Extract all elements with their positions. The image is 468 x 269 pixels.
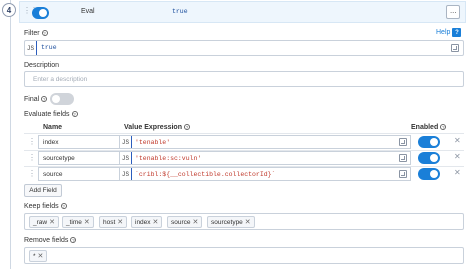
keep-field-chip: sourcetype ✕ (207, 216, 255, 228)
column-name-header: Name (43, 124, 63, 131)
remove-chip-icon[interactable]: ✕ (49, 218, 55, 226)
help-circle-icon[interactable]: ? (41, 96, 48, 103)
function-name: Eval (81, 8, 95, 15)
expand-editor-icon[interactable] (451, 44, 459, 52)
help-circle-icon[interactable]: ? (440, 124, 447, 131)
table-row: ⋮⋮ sourcetype JS 'tenable:sc:vuln' ✕ (24, 150, 464, 166)
description-input[interactable]: Enter a description (24, 71, 464, 87)
remove-chip-icon[interactable]: ✕ (117, 218, 123, 226)
final-label: Final? (24, 96, 48, 103)
expand-editor-icon[interactable] (399, 154, 407, 162)
field-enabled-toggle[interactable] (418, 136, 440, 148)
keep-field-chip: host ✕ (99, 216, 128, 228)
js-language-tag: JS (25, 41, 37, 55)
evaluate-fields-label: Evaluate fields? (24, 111, 78, 118)
remove-fields-input[interactable]: * ✕ (24, 247, 464, 264)
add-field-button[interactable]: Add Field (24, 184, 62, 197)
remove-chip-icon[interactable]: ✕ (38, 252, 44, 260)
filter-label: Filter? (24, 30, 48, 37)
remove-row-icon[interactable]: ✕ (454, 152, 461, 161)
keep-fields-input[interactable]: _raw ✕ _time ✕ host ✕ index ✕ source ✕ source… (24, 213, 464, 230)
help-link[interactable]: Help ? (436, 28, 462, 37)
keep-fields-label: Keep fields? (24, 203, 67, 210)
column-value-header: Value Expression? (124, 124, 190, 131)
filter-preview: true (172, 8, 188, 15)
field-enabled-toggle[interactable] (418, 168, 440, 180)
table-row: ⋮⋮ source JS `cribl:${__collectible.coll… (24, 166, 464, 182)
remove-row-icon[interactable]: ✕ (454, 168, 461, 177)
help-circle-icon[interactable]: ? (183, 124, 190, 131)
js-language-tag: JS (120, 136, 132, 148)
keep-field-chip: _raw ✕ (29, 216, 59, 228)
remove-chip-icon[interactable]: ✕ (84, 218, 90, 226)
description-label: Description (24, 62, 60, 69)
remove-field-chip: * ✕ (29, 250, 48, 262)
more-options-button[interactable]: ··· (446, 5, 460, 19)
field-enabled-toggle[interactable] (418, 152, 440, 164)
table-row: ⋮⋮ index JS 'tenable' ✕ (24, 134, 464, 150)
column-enabled-header: Enabled? (411, 124, 447, 131)
expand-editor-icon[interactable] (399, 170, 407, 178)
step-number-badge: 4 (2, 3, 16, 17)
description-placeholder: Enter a description (33, 76, 88, 83)
help-circle-icon[interactable]: ? (70, 237, 77, 244)
help-circle-icon[interactable]: ? (60, 203, 67, 210)
keep-field-chip: _time ✕ (62, 216, 94, 228)
remove-row-icon[interactable]: ✕ (454, 136, 461, 145)
remove-fields-label: Remove fields? (24, 237, 77, 244)
js-language-tag: JS (120, 168, 132, 180)
remove-chip-icon[interactable]: ✕ (193, 218, 199, 226)
expand-editor-icon[interactable] (399, 138, 407, 146)
js-language-tag: JS (120, 152, 132, 164)
pipeline-gutter-line (10, 0, 11, 269)
function-enabled-toggle[interactable] (32, 7, 49, 19)
filter-expression-value: true (41, 44, 57, 51)
help-circle-icon[interactable]: ? (71, 111, 78, 118)
filter-expression-input[interactable]: JS true (24, 40, 464, 56)
value-expression-input[interactable]: JS `cribl:${__collectible.collectorId}` (119, 167, 411, 181)
function-header[interactable]: ⋮⋮ Eval true ··· (19, 1, 466, 23)
value-expression-input[interactable]: JS 'tenable' (119, 135, 411, 149)
remove-chip-icon[interactable]: ✕ (245, 218, 251, 226)
remove-chip-icon[interactable]: ✕ (153, 218, 159, 226)
value-expression-input[interactable]: JS 'tenable:sc:vuln' (119, 151, 411, 165)
help-book-icon[interactable]: ? (452, 28, 462, 37)
keep-field-chip: index ✕ (131, 216, 163, 228)
final-toggle[interactable] (50, 93, 74, 105)
keep-field-chip: source ✕ (167, 216, 203, 228)
help-circle-icon[interactable]: ? (41, 30, 48, 37)
